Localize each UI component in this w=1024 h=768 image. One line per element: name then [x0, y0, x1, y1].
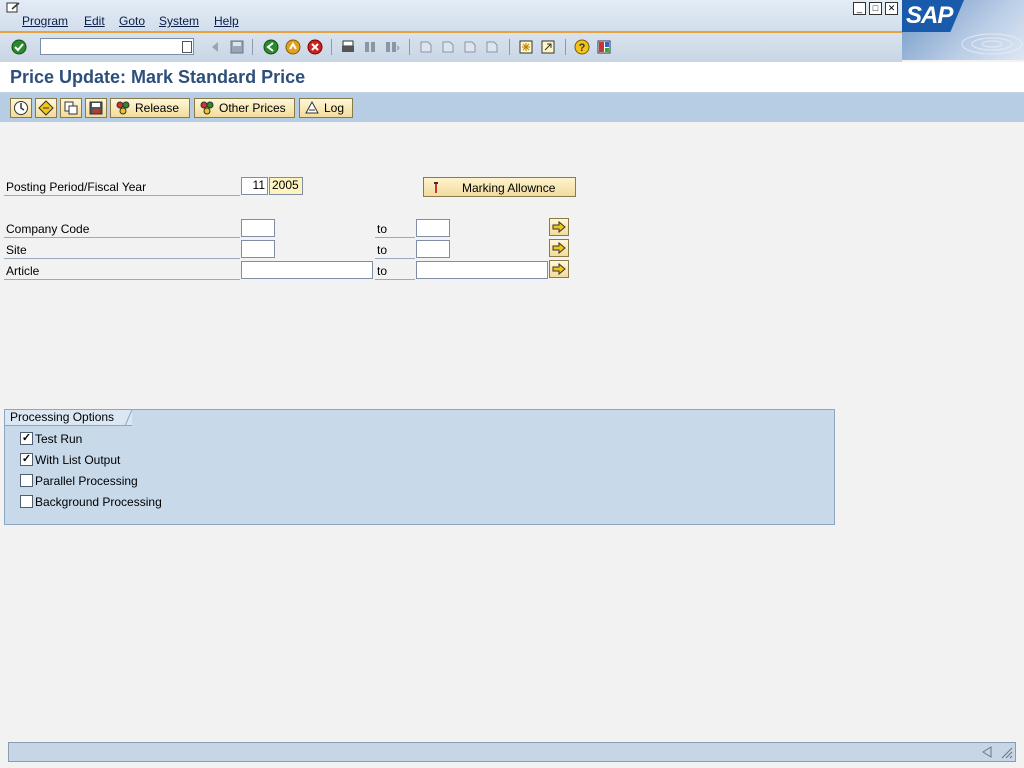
title-area: Price Update: Mark Standard Price: [0, 62, 1024, 94]
site-to-label: to: [377, 243, 388, 257]
print-icon[interactable]: [340, 39, 356, 55]
copy-icon: [64, 101, 78, 115]
execute-button[interactable]: [10, 98, 32, 118]
system-menu-icon[interactable]: [6, 2, 20, 14]
sap-logo: SAP: [902, 0, 1024, 60]
site-from-input[interactable]: [241, 240, 275, 258]
posting-period-label: Posting Period/Fiscal Year: [6, 180, 147, 194]
back-icon[interactable]: [263, 39, 279, 55]
article-label: Article: [6, 264, 40, 278]
restore-button[interactable]: □: [869, 2, 882, 15]
help-icon[interactable]: ?: [574, 39, 590, 55]
log-label: Log: [324, 101, 345, 115]
marking-allowance-label: Marking Allownce: [462, 181, 556, 195]
site-to-input[interactable]: [416, 240, 450, 258]
svg-text:?: ?: [579, 42, 586, 54]
group-tab-corner: [125, 409, 133, 426]
company-code-multiple-selection-button[interactable]: [549, 218, 569, 236]
site-label: Site: [6, 243, 27, 257]
fiscal-year-input[interactable]: 2005: [269, 177, 303, 195]
company-code-to-input[interactable]: [416, 219, 450, 237]
save-variant-icon: [89, 101, 103, 115]
new-session-icon[interactable]: [518, 39, 534, 55]
page-title: Price Update: Mark Standard Price: [10, 67, 306, 87]
minimize-button[interactable]: _: [853, 2, 866, 15]
arrow-right-icon: [552, 262, 566, 276]
previous-page-icon[interactable]: [440, 39, 456, 55]
with-list-output-label: With List Output: [35, 453, 121, 467]
article-multiple-selection-button[interactable]: [549, 260, 569, 278]
article-to-input[interactable]: [416, 261, 548, 279]
cancel-icon[interactable]: [307, 39, 323, 55]
exit-icon[interactable]: [285, 39, 301, 55]
arrow-right-icon: [552, 220, 566, 234]
menu-edit[interactable]: Edit: [84, 14, 105, 28]
first-page-icon[interactable]: [418, 39, 434, 55]
status-bar: [8, 742, 1016, 762]
test-run-label: Test Run: [35, 432, 83, 446]
parallel-processing-checkbox[interactable]: [20, 474, 33, 487]
command-history-icon[interactable]: [182, 41, 192, 53]
with-list-output-checkbox[interactable]: ✓: [20, 453, 33, 466]
company-code-label: Company Code: [6, 222, 90, 236]
standard-toolbar: ?: [0, 31, 902, 62]
company-code-from-input[interactable]: [241, 219, 275, 237]
save-icon[interactable]: [229, 39, 245, 55]
background-processing-label: Background Processing: [35, 495, 162, 509]
site-multiple-selection-button[interactable]: [549, 239, 569, 257]
menu-system[interactable]: System: [159, 14, 199, 28]
company-code-to-label: to: [377, 222, 388, 236]
find-next-icon[interactable]: [384, 39, 400, 55]
menu-bar: Program Edit Goto System Help _ □ ✕: [0, 0, 1024, 31]
find-icon[interactable]: [362, 39, 378, 55]
release-icon: [116, 101, 130, 115]
other-prices-button[interactable]: Other Prices: [194, 98, 295, 118]
variants-icon: [38, 100, 54, 116]
enter-icon[interactable]: [11, 39, 27, 55]
test-run-checkbox[interactable]: ✓: [20, 432, 33, 445]
processing-options-title: Processing Options: [4, 409, 132, 426]
status-triangle-icon[interactable]: [981, 746, 993, 758]
menu-goto[interactable]: Goto: [119, 14, 145, 28]
layout-icon[interactable]: [596, 39, 612, 55]
application-toolbar: Release Other Prices Log: [0, 94, 1024, 122]
next-page-icon[interactable]: [462, 39, 478, 55]
copy-button[interactable]: [60, 98, 82, 118]
variants-button[interactable]: [35, 98, 57, 118]
shortcut-icon[interactable]: [540, 39, 556, 55]
save-variant-button[interactable]: [85, 98, 107, 118]
back-arrow-icon[interactable]: [207, 39, 223, 55]
last-page-icon[interactable]: [484, 39, 500, 55]
article-to-label: to: [377, 264, 388, 278]
other-prices-label: Other Prices: [219, 101, 286, 115]
close-button[interactable]: ✕: [885, 2, 898, 15]
marking-icon: [434, 182, 438, 193]
posting-period-input[interactable]: 11: [241, 177, 268, 195]
marking-allowance-button[interactable]: Marking Allownce: [423, 177, 576, 197]
execute-icon: [14, 101, 28, 115]
command-field[interactable]: [40, 38, 194, 55]
article-from-input[interactable]: [241, 261, 373, 279]
arrow-right-icon: [552, 241, 566, 255]
log-button[interactable]: Log: [299, 98, 353, 118]
menu-help[interactable]: Help: [214, 14, 239, 28]
log-icon: [305, 100, 319, 114]
parallel-processing-label: Parallel Processing: [35, 474, 138, 488]
release-button[interactable]: Release: [110, 98, 190, 118]
menu-program[interactable]: Program: [22, 14, 68, 28]
resize-grip-icon[interactable]: [999, 745, 1013, 759]
other-prices-icon: [200, 101, 214, 115]
background-processing-checkbox[interactable]: [20, 495, 33, 508]
release-label: Release: [135, 101, 180, 115]
